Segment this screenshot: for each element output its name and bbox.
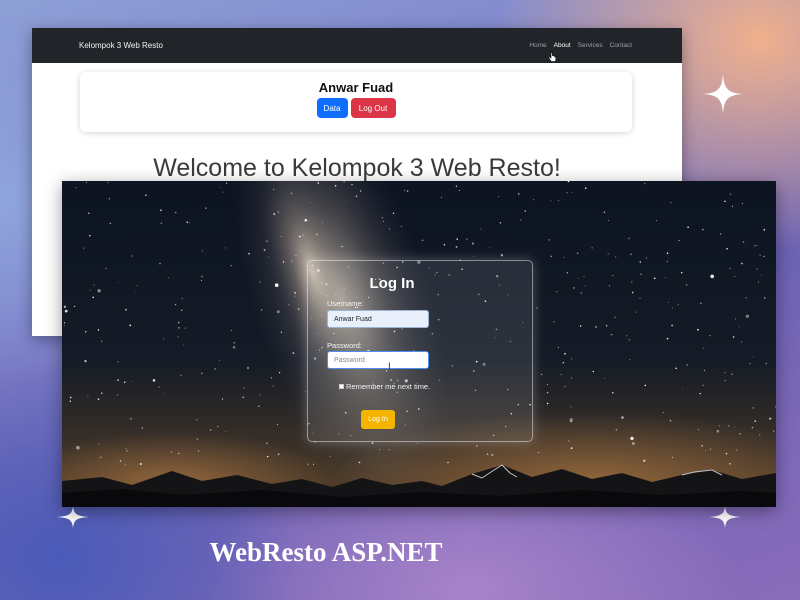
remember-checkbox[interactable] — [339, 384, 344, 389]
remember-label[interactable]: Remember me next time. — [346, 382, 430, 391]
nav-contact[interactable]: Contact — [610, 42, 632, 49]
password-label: Password: — [327, 341, 363, 350]
login-title: Log In — [369, 275, 415, 292]
user-actions: Data Log Out — [80, 98, 632, 118]
remember-me: Remember me next time. — [339, 382, 430, 391]
text-cursor-icon: I — [388, 362, 391, 372]
sparkle-icon — [709, 506, 741, 528]
nav-about[interactable]: About — [554, 42, 571, 49]
brand-link[interactable]: Kelompok 3 Web Resto — [79, 41, 163, 50]
login-window: Log In Username: Password: I Remember me… — [62, 181, 776, 507]
nav-home[interactable]: Home — [529, 42, 546, 49]
sparkle-icon — [703, 74, 743, 114]
password-input[interactable] — [327, 351, 429, 369]
username-label: Username: — [327, 299, 364, 308]
user-card: Anwar Fuad Data Log Out — [80, 72, 632, 132]
nav-links: Home About Services Contact — [529, 28, 632, 63]
top-navbar: Kelompok 3 Web Resto Home About Services… — [32, 28, 682, 63]
nav-services[interactable]: Services — [578, 42, 603, 49]
welcome-heading: Welcome to Kelompok 3 Web Resto! — [153, 154, 561, 182]
data-button[interactable]: Data — [316, 98, 348, 118]
caption-title: WebResto ASP.NET — [209, 537, 443, 567]
sparkle-icon — [57, 506, 89, 528]
logout-button[interactable]: Log Out — [350, 98, 396, 118]
login-button[interactable]: Log In — [361, 410, 395, 429]
hand-cursor-icon — [548, 50, 557, 68]
user-name: Anwar Fuad — [318, 80, 394, 95]
username-input[interactable] — [327, 310, 429, 328]
login-form: Log In Username: Password: I Remember me… — [307, 260, 533, 442]
